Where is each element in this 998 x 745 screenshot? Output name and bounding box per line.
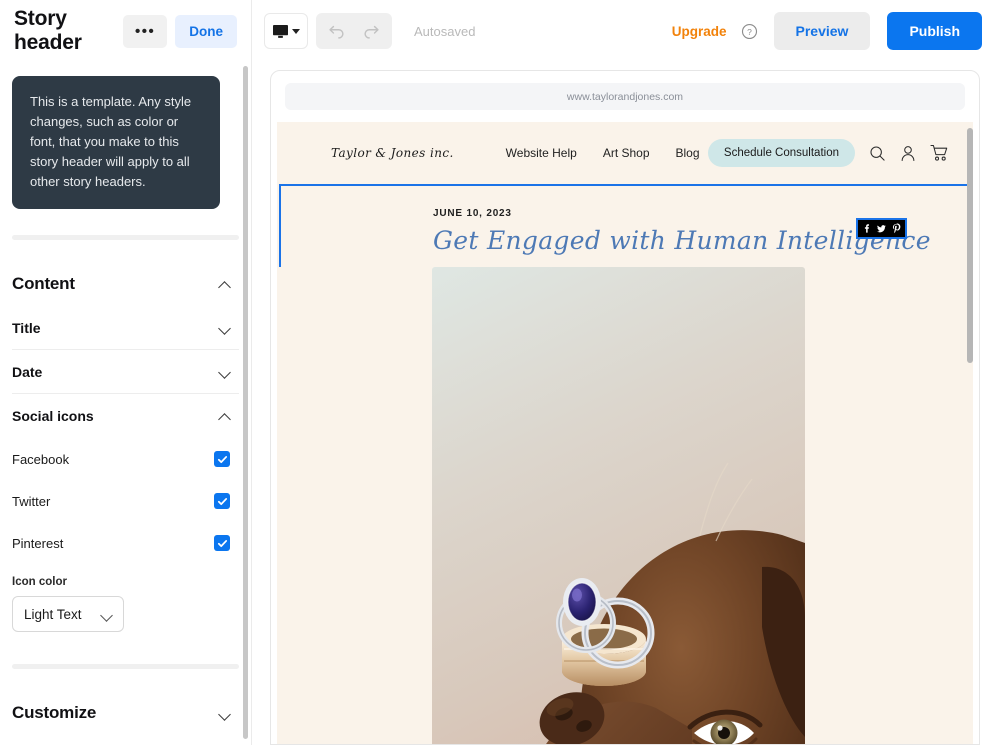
url-bar[interactable]: www.taylorandjones.com bbox=[285, 83, 965, 110]
account-icon[interactable] bbox=[900, 145, 916, 162]
chevron-up-icon bbox=[219, 410, 232, 423]
nav-link-art-shop[interactable]: Art Shop bbox=[603, 146, 650, 160]
chevron-down-icon bbox=[219, 321, 232, 334]
canvas-scrollbar[interactable] bbox=[967, 128, 973, 744]
icon-color-value: Light Text bbox=[24, 606, 82, 622]
canvas-wrapper: www.taylorandjones.com Taylor & Jones in… bbox=[252, 62, 998, 745]
site-nav-actions: Schedule Consultation bbox=[707, 139, 949, 167]
editor-sidebar: Story header ••• Done This is a template… bbox=[0, 0, 252, 745]
site-preview-canvas: www.taylorandjones.com Taylor & Jones in… bbox=[270, 70, 980, 745]
nav-link-blog[interactable]: Blog bbox=[676, 146, 700, 160]
editor-toolbar: Autosaved Upgrade ? Preview Publish bbox=[252, 0, 998, 62]
story-social-icons[interactable] bbox=[856, 218, 907, 239]
url-text: www.taylorandjones.com bbox=[566, 90, 684, 103]
social-icon-group[interactable] bbox=[858, 220, 905, 237]
row-title[interactable]: Title bbox=[12, 306, 239, 350]
page-title: Story header bbox=[14, 7, 82, 54]
story-title[interactable]: Get Engaged with Human Intelligence bbox=[433, 226, 931, 255]
toggle-pinterest-label: Pinterest bbox=[12, 535, 64, 551]
done-button[interactable]: Done bbox=[175, 14, 237, 48]
pinterest-checkbox[interactable] bbox=[214, 535, 230, 551]
row-title-label: Title bbox=[12, 319, 41, 336]
autosave-status: Autosaved bbox=[414, 23, 476, 39]
nav-link-website-help[interactable]: Website Help bbox=[506, 146, 577, 160]
twitter-icon[interactable] bbox=[874, 221, 889, 236]
main-area: Autosaved Upgrade ? Preview Publish www.… bbox=[252, 0, 998, 745]
story-photo-area bbox=[277, 267, 973, 744]
preview-button[interactable]: Preview bbox=[773, 12, 871, 50]
icon-color-select[interactable]: Light Text bbox=[12, 596, 124, 632]
section-content-label: Content bbox=[12, 274, 75, 293]
story-header-text: JUNE 10, 2023 Get Engaged with Human Int… bbox=[433, 208, 931, 255]
toggle-facebook-label: Facebook bbox=[12, 451, 70, 467]
upgrade-link[interactable]: Upgrade bbox=[672, 24, 727, 39]
chevron-up-icon bbox=[219, 278, 232, 291]
device-selector[interactable] bbox=[264, 13, 308, 49]
sidebar-scroll-area: This is a template. Any style changes, s… bbox=[0, 62, 251, 745]
site-logo[interactable]: Taylor & Jones inc. bbox=[331, 146, 454, 160]
cart-icon[interactable] bbox=[930, 144, 949, 162]
sidebar-scrollbar-thumb[interactable] bbox=[243, 66, 248, 739]
sidebar-header: Story header ••• Done bbox=[0, 0, 251, 62]
search-icon[interactable] bbox=[869, 145, 886, 162]
facebook-icon[interactable] bbox=[859, 221, 874, 236]
site-navbar: Taylor & Jones inc. Website Help Art Sho… bbox=[277, 122, 973, 184]
section-customize[interactable]: Customize bbox=[12, 703, 239, 723]
sidebar-scrollbar[interactable] bbox=[243, 66, 248, 739]
help-icon[interactable]: ? bbox=[741, 23, 758, 40]
chevron-down-icon bbox=[101, 608, 114, 621]
undo-button[interactable] bbox=[320, 14, 354, 48]
template-info-note: This is a template. Any style changes, s… bbox=[12, 76, 220, 209]
schedule-consultation-button[interactable]: Schedule Consultation bbox=[707, 139, 855, 167]
twitter-checkbox[interactable] bbox=[214, 493, 230, 509]
chevron-down-icon bbox=[292, 28, 300, 34]
desktop-icon bbox=[273, 24, 288, 38]
row-social-icons[interactable]: Social icons bbox=[12, 394, 239, 438]
toggle-twitter[interactable]: Twitter bbox=[12, 480, 239, 522]
story-photo[interactable] bbox=[432, 267, 805, 744]
toggle-facebook[interactable]: Facebook bbox=[12, 438, 239, 480]
publish-button[interactable]: Publish bbox=[887, 12, 982, 50]
chevron-down-icon bbox=[219, 707, 232, 720]
section-content[interactable]: Content bbox=[12, 274, 239, 294]
story-date[interactable]: JUNE 10, 2023 bbox=[433, 208, 931, 219]
redo-button[interactable] bbox=[354, 14, 388, 48]
row-social-icons-label: Social icons bbox=[12, 408, 94, 424]
toggle-pinterest[interactable]: Pinterest bbox=[12, 522, 239, 564]
chevron-down-icon bbox=[219, 365, 232, 378]
svg-text:?: ? bbox=[747, 26, 752, 36]
row-date-label: Date bbox=[12, 363, 43, 380]
section-customize-label: Customize bbox=[12, 703, 97, 722]
site-preview: Taylor & Jones inc. Website Help Art Sho… bbox=[277, 122, 973, 744]
site-nav-links: Website Help Art Shop Blog bbox=[506, 146, 700, 160]
canvas-scrollbar-thumb[interactable] bbox=[967, 128, 973, 363]
toggle-twitter-label: Twitter bbox=[12, 493, 51, 509]
pinterest-icon[interactable] bbox=[889, 221, 904, 236]
divider bbox=[12, 235, 239, 240]
more-options-button[interactable]: ••• bbox=[122, 14, 168, 48]
facebook-checkbox[interactable] bbox=[214, 451, 230, 467]
icon-color-label: Icon color bbox=[12, 576, 67, 588]
row-date[interactable]: Date bbox=[12, 350, 239, 394]
undo-redo-group bbox=[316, 13, 392, 49]
divider bbox=[12, 664, 239, 669]
app-root: Story header ••• Done This is a template… bbox=[0, 0, 998, 745]
story-header-block[interactable]: JUNE 10, 2023 Get Engaged with Human Int… bbox=[279, 184, 971, 279]
